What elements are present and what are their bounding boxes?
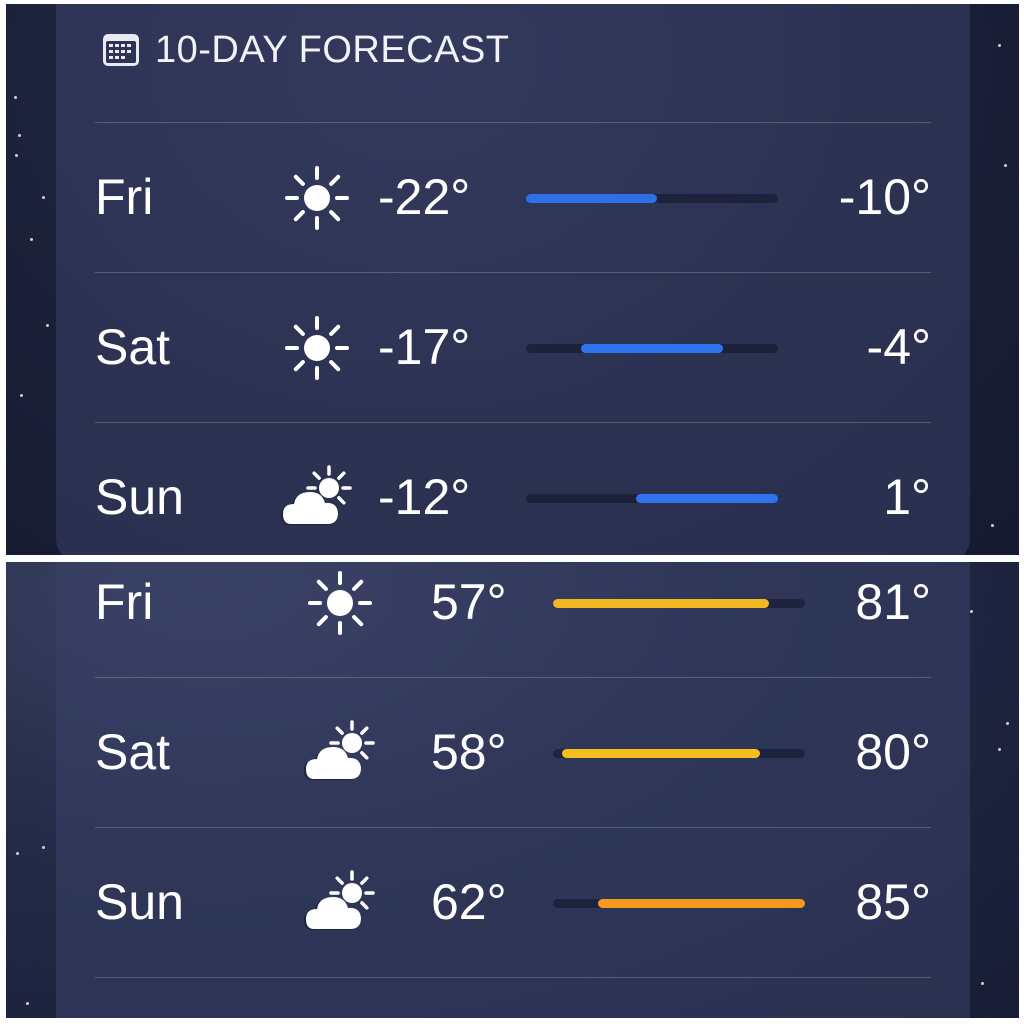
forecast-row-sat[interactable]: Sat -17° -4°: [56, 273, 970, 423]
ten-day-forecast-card[interactable]: Fri 57° 81° Sat 58° 80° Sun 62° 85°: [56, 562, 970, 1018]
star-dot: [20, 394, 23, 397]
day-label: Sat: [95, 319, 171, 375]
forecast-panel-top: 10-DAY FORECAST Fri -22° -10° Sat -17° -4° Sun…: [6, 4, 1019, 555]
card-title: 10-DAY FORECAST: [155, 28, 510, 71]
star-dot: [1004, 164, 1007, 167]
high-temp: 80°: [855, 724, 931, 780]
divider: [95, 977, 931, 978]
star-dot: [18, 134, 21, 137]
low-temp: -22°: [378, 169, 471, 225]
forecast-row-sat[interactable]: Sat 58° 80°: [56, 678, 970, 828]
temperature-range-track: [553, 749, 805, 758]
star-dot: [42, 846, 45, 849]
sun-icon: [285, 166, 349, 230]
day-label: Fri: [95, 169, 154, 225]
temperature-range-bar: [526, 194, 658, 203]
temperature-range-bar: [562, 749, 760, 758]
star-dot: [1006, 722, 1009, 725]
temperature-range-track: [526, 194, 778, 203]
partly-cloudy-icon: [304, 720, 375, 780]
star-dot: [14, 96, 17, 99]
low-temp: 62°: [431, 874, 507, 930]
sun-icon: [285, 316, 349, 380]
temperature-range-bar: [580, 344, 724, 353]
star-dot: [991, 524, 994, 527]
forecast-row-fri[interactable]: Fri -22° -10°: [56, 123, 970, 273]
star-dot: [16, 852, 19, 855]
high-temp: 85°: [855, 874, 931, 930]
day-label: Sat: [95, 724, 171, 780]
high-temp: -10°: [838, 169, 931, 225]
low-temp: -12°: [378, 469, 471, 525]
high-temp: 81°: [855, 574, 931, 630]
temperature-range-bar: [553, 599, 769, 608]
day-label: Sun: [95, 874, 184, 930]
temperature-range-bar: [635, 494, 778, 503]
low-temp: 57°: [431, 574, 507, 630]
temperature-range-bar: [598, 899, 805, 908]
temperature-range-track: [553, 899, 805, 908]
card-header: 10-DAY FORECAST: [101, 26, 510, 74]
low-temp: 58°: [431, 724, 507, 780]
star-dot: [26, 1002, 29, 1005]
star-dot: [42, 196, 45, 199]
forecast-row-fri[interactable]: Fri 57° 81°: [56, 562, 970, 678]
temperature-range-track: [553, 599, 805, 608]
star-dot: [30, 238, 33, 241]
star-dot: [970, 610, 973, 613]
high-temp: 1°: [883, 469, 931, 525]
partly-cloudy-icon: [304, 870, 375, 930]
star-dot: [46, 324, 49, 327]
low-temp: -17°: [378, 319, 471, 375]
forecast-panel-bottom: Fri 57° 81° Sat 58° 80° Sun 62° 85°: [6, 562, 1019, 1018]
star-dot: [998, 748, 1001, 751]
calendar-icon: [103, 34, 139, 66]
high-temp: -4°: [866, 319, 931, 375]
day-label: Fri: [95, 574, 154, 630]
star-dot: [15, 154, 18, 157]
sun-icon: [308, 571, 372, 635]
forecast-row-sun[interactable]: Sun 62° 85°: [56, 828, 970, 978]
star-dot: [981, 982, 984, 985]
forecast-row-sun[interactable]: Sun -12° 1°: [56, 423, 970, 555]
day-label: Sun: [95, 469, 184, 525]
partly-cloudy-icon: [281, 465, 352, 525]
temperature-range-track: [526, 494, 778, 503]
temperature-range-track: [526, 344, 778, 353]
ten-day-forecast-card[interactable]: 10-DAY FORECAST Fri -22° -10° Sat -17° -4° Sun…: [56, 4, 970, 555]
star-dot: [998, 44, 1001, 47]
